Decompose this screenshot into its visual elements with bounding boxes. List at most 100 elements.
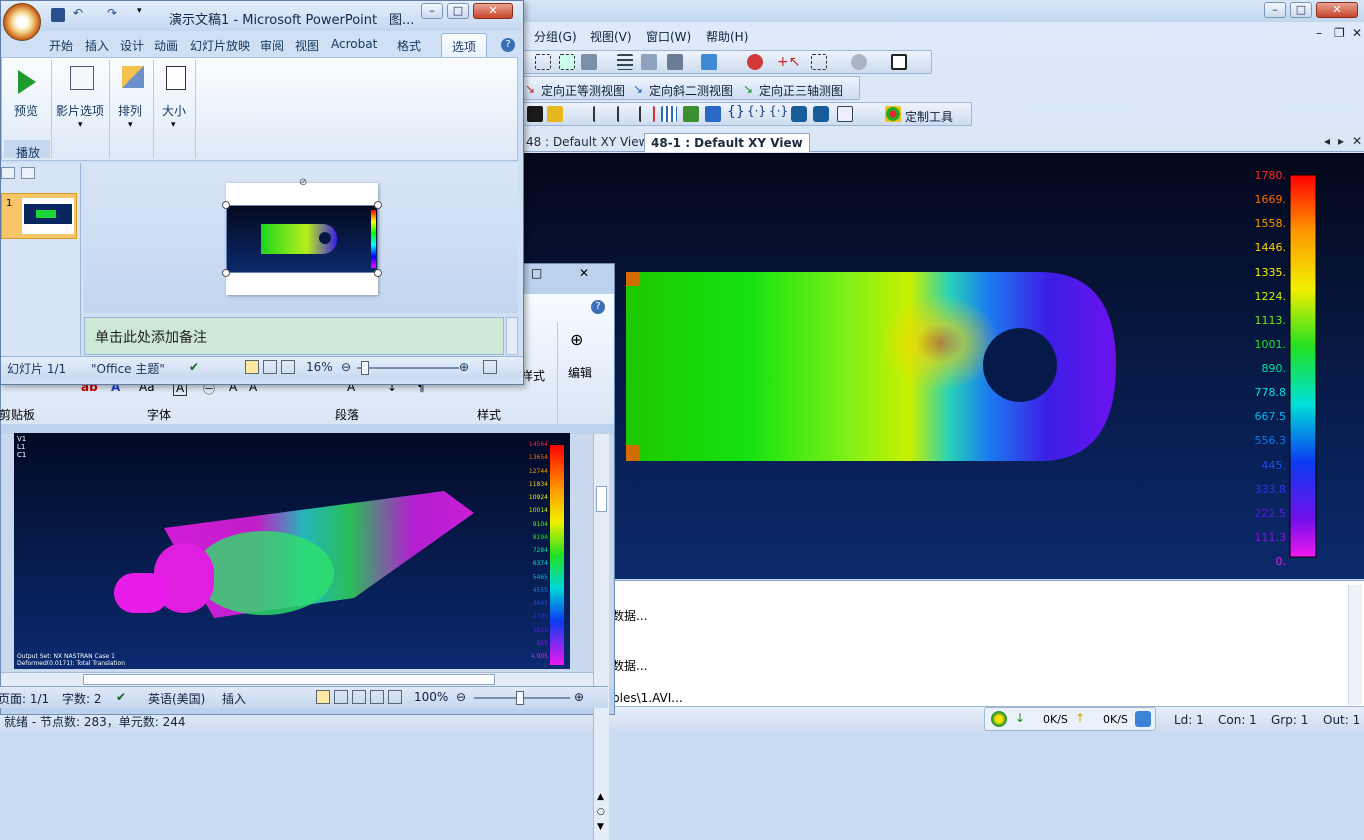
view-print-layout-icon[interactable] bbox=[316, 690, 330, 704]
tab-view[interactable]: 视图 bbox=[295, 37, 319, 54]
arrange-dropdown-icon[interactable]: ▾ bbox=[128, 120, 133, 130]
size-button[interactable]: 大小 bbox=[162, 102, 186, 119]
arrange-button[interactable]: 排列 bbox=[118, 102, 142, 119]
zoom-slider-thumb[interactable] bbox=[516, 691, 524, 705]
save-icon[interactable] bbox=[51, 8, 65, 22]
status-zoom[interactable]: 100% bbox=[414, 690, 448, 704]
menu-help[interactable]: 帮助(H) bbox=[706, 28, 748, 45]
mdi-restore-icon[interactable]: ❐ bbox=[1334, 26, 1345, 40]
model-info-icon[interactable] bbox=[701, 54, 717, 70]
layers-icon[interactable] bbox=[641, 54, 657, 70]
tab-review[interactable]: 审阅 bbox=[260, 37, 284, 54]
movie-options-button[interactable]: 影片选项 bbox=[56, 102, 104, 119]
tab-home[interactable]: 开始 bbox=[49, 37, 73, 54]
view-web-icon[interactable] bbox=[352, 690, 366, 704]
movie-options-group[interactable]: 影片选项 ▾ bbox=[54, 60, 110, 158]
outline-tab-icon[interactable] bbox=[21, 167, 35, 179]
align-right-icon[interactable] bbox=[639, 106, 655, 122]
resize-handle[interactable] bbox=[374, 201, 382, 209]
view-slideshow-icon[interactable] bbox=[281, 360, 295, 374]
arrange-group[interactable]: 排列 ▾ bbox=[112, 60, 154, 158]
zoom-in-icon[interactable]: ⊕ bbox=[574, 690, 584, 704]
movie-options-dropdown-icon[interactable]: ▾ bbox=[78, 120, 83, 130]
ppt-maximize-button[interactable]: □ bbox=[447, 3, 469, 19]
size-dropdown-icon[interactable]: ▾ bbox=[171, 120, 176, 130]
ppt-zoom-thumb[interactable] bbox=[361, 361, 369, 375]
word-vscrollbar[interactable]: ▲ ○ ▼ bbox=[593, 434, 609, 840]
cube-icon[interactable] bbox=[667, 54, 683, 70]
status-insert[interactable]: 插入 bbox=[222, 690, 246, 707]
table-blue-icon[interactable] bbox=[705, 106, 721, 122]
close-button[interactable]: ✕ bbox=[1316, 2, 1358, 18]
table-green-icon[interactable] bbox=[683, 106, 699, 122]
braces-icon[interactable]: {} bbox=[727, 104, 745, 120]
menu-window[interactable]: 窗口(W) bbox=[646, 28, 691, 45]
notes-scrollbar[interactable] bbox=[506, 317, 518, 355]
notes-pane[interactable]: 单击此处添加备注 bbox=[84, 317, 504, 355]
entity-select-icon[interactable] bbox=[581, 54, 597, 70]
ppt-help-icon[interactable]: ? bbox=[501, 38, 515, 52]
iso-view-button[interactable]: 定向正等测视图 bbox=[541, 82, 625, 99]
custom-tools-button[interactable]: 定制工具 bbox=[905, 108, 953, 125]
resize-handle[interactable] bbox=[374, 269, 382, 277]
status-words[interactable]: 字数: 2 bbox=[62, 690, 102, 707]
minimize-button[interactable]: – bbox=[1264, 2, 1286, 18]
edit-button[interactable]: 编辑 bbox=[568, 364, 592, 381]
slide-editing-area[interactable]: ⊘ bbox=[84, 163, 518, 313]
ppt-zoom-slider[interactable] bbox=[357, 367, 459, 369]
tab-format[interactable]: 格式 bbox=[397, 37, 421, 54]
scroll-thumb[interactable] bbox=[596, 486, 607, 512]
pointer-plus-icon[interactable]: +↖ bbox=[777, 54, 800, 70]
tab-acrobat[interactable]: Acrobat bbox=[331, 37, 377, 51]
tab-insert[interactable]: 插入 bbox=[85, 37, 109, 54]
edit-group[interactable]: ⊕ 编辑 bbox=[557, 322, 607, 426]
rotate-icon[interactable] bbox=[747, 54, 763, 70]
view-style-icon[interactable] bbox=[527, 106, 543, 122]
mdi-close-icon[interactable]: ✕ bbox=[1352, 26, 1362, 40]
contour-icon[interactable] bbox=[547, 106, 563, 122]
braces-three-icon[interactable]: {·} bbox=[769, 104, 788, 120]
ppt-zoom-out-icon[interactable]: ⊖ bbox=[341, 360, 351, 374]
hscroll-thumb[interactable] bbox=[83, 674, 495, 685]
ppt-close-button[interactable]: ✕ bbox=[473, 3, 513, 19]
status-slide[interactable]: 幻灯片 1/1 bbox=[7, 360, 66, 377]
slide-movie-object[interactable] bbox=[226, 205, 378, 273]
grid-icon[interactable] bbox=[661, 106, 677, 122]
redo-icon[interactable]: ↷ bbox=[107, 6, 117, 20]
view-sorter-icon[interactable] bbox=[263, 360, 277, 374]
model-viewport[interactable]: 1780. 1669. 1558. 1446. 1335. 1224. 1113. 1001.… bbox=[520, 153, 1364, 579]
mdi-min-icon[interactable]: – bbox=[1316, 26, 1322, 40]
notes-placeholder[interactable]: 单击此处添加备注 bbox=[95, 327, 207, 347]
status-page[interactable]: 页面: 1/1 bbox=[0, 690, 49, 707]
tab-slideshow[interactable]: 幻灯片放映 bbox=[190, 37, 250, 54]
tab-animation[interactable]: 动画 bbox=[154, 37, 178, 54]
status-zoom[interactable]: 16% bbox=[306, 360, 333, 374]
trimetric-view-button[interactable]: 定向正三轴测图 bbox=[759, 82, 843, 99]
slides-tab-icon[interactable] bbox=[1, 167, 15, 179]
maximize-button[interactable]: □ bbox=[1290, 2, 1312, 18]
prev-page-icon[interactable]: ▲ bbox=[597, 792, 604, 802]
help-icon[interactable]: ? bbox=[591, 300, 605, 314]
word-maximize-icon[interactable]: □ bbox=[531, 266, 542, 280]
resize-handle[interactable] bbox=[222, 201, 230, 209]
status-theme[interactable]: "Office 主题" bbox=[91, 360, 165, 377]
undo-icon[interactable]: ↶ bbox=[73, 6, 83, 20]
view-normal-icon[interactable] bbox=[245, 360, 259, 374]
select-zoom-icon[interactable] bbox=[559, 54, 575, 70]
zoom-out-icon[interactable]: ⊖ bbox=[456, 690, 466, 704]
next-page-icon[interactable]: ▼ bbox=[597, 822, 604, 832]
tab-view-48-1[interactable]: 48-1 : Default XY View bbox=[644, 133, 810, 152]
quick-access-dropdown-icon[interactable]: ▾ bbox=[137, 6, 142, 16]
align-left-icon[interactable] bbox=[593, 106, 609, 122]
menu-view[interactable]: 视图(V) bbox=[590, 28, 632, 45]
gear-icon[interactable] bbox=[851, 54, 867, 70]
document-icon[interactable] bbox=[837, 106, 853, 122]
proofing-icon[interactable]: ✔ bbox=[116, 690, 126, 704]
tab-design[interactable]: 设计 bbox=[120, 37, 144, 54]
view-outline-icon[interactable] bbox=[370, 690, 384, 704]
size-group[interactable]: 大小 ▾ bbox=[156, 60, 196, 158]
messages-scrollbar[interactable] bbox=[1348, 585, 1362, 705]
fit-window-icon[interactable] bbox=[483, 360, 497, 374]
list-icon[interactable] bbox=[617, 54, 633, 70]
view-draft-icon[interactable] bbox=[388, 690, 402, 704]
